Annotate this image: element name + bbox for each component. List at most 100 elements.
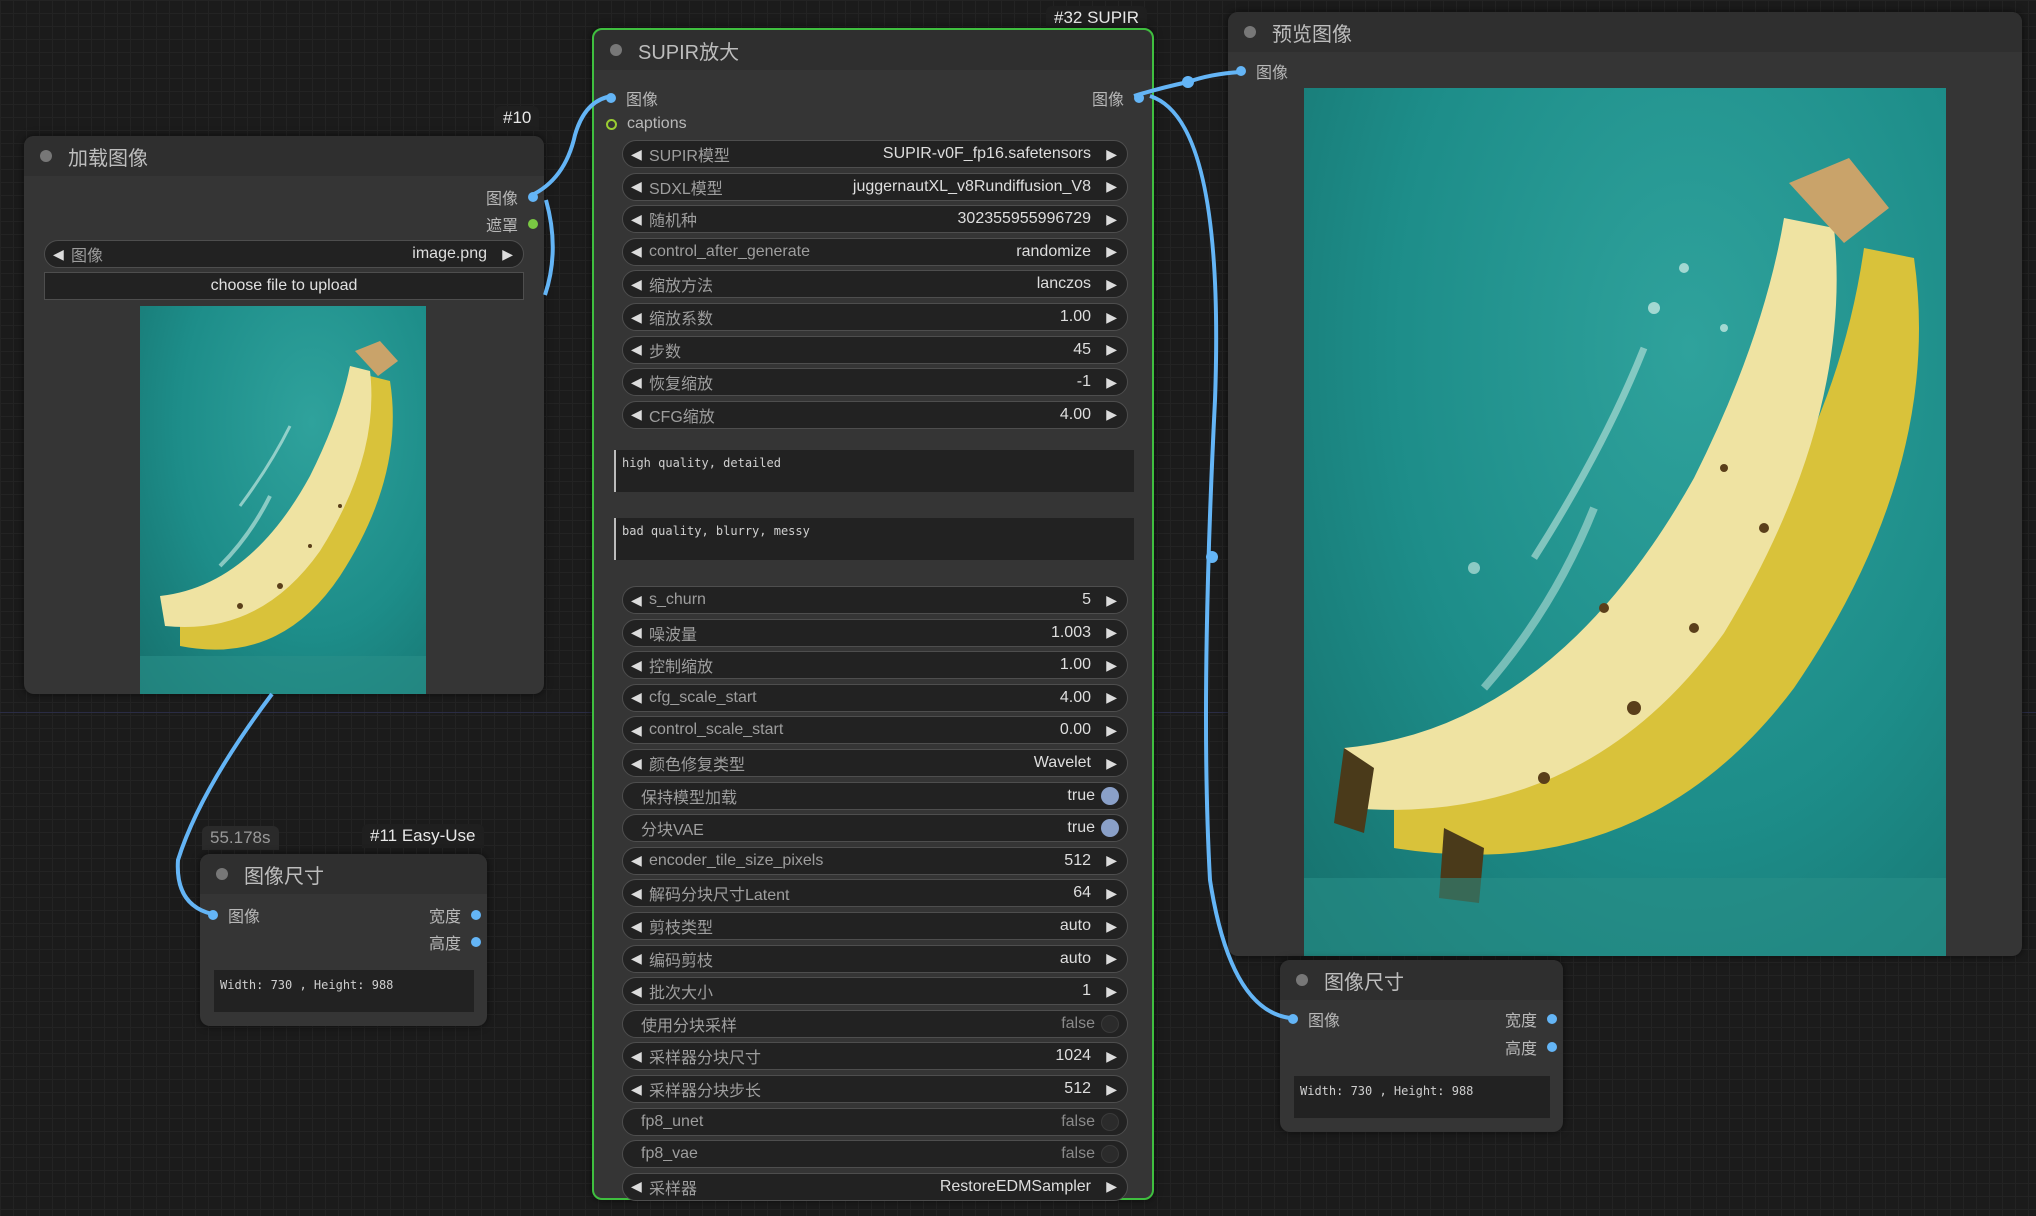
increment-arrow-icon[interactable]: ▶	[1103, 983, 1117, 1000]
input-image-socket[interactable]: 图像	[1236, 60, 1288, 82]
widget-[interactable]: ◀ 控制缩放 1.00 ▶	[622, 651, 1128, 680]
image-size-node-left[interactable]: 图像尺寸 图像 宽度 高度 Width: 730 , Height: 988	[200, 854, 487, 1026]
increment-arrow-icon[interactable]: ▶	[1103, 146, 1117, 163]
socket-dot-icon[interactable]	[528, 219, 538, 229]
decrement-arrow-icon[interactable]: ◀	[631, 657, 645, 674]
increment-arrow-icon[interactable]: ▶	[1103, 1081, 1117, 1098]
output-mask-socket[interactable]: 遮罩	[486, 213, 538, 235]
node-header[interactable]: 加载图像	[24, 136, 544, 176]
collapse-dot-icon[interactable]	[1296, 974, 1308, 986]
output-width-socket[interactable]: 宽度	[429, 904, 481, 926]
widget-[interactable]: ◀ 恢复缩放 -1 ▶	[622, 368, 1128, 397]
input-image-socket[interactable]: 图像	[1288, 1008, 1340, 1030]
decrement-arrow-icon[interactable]: ◀	[631, 341, 645, 358]
decrement-arrow-icon[interactable]: ◀	[631, 1081, 645, 1098]
decrement-arrow-icon[interactable]: ◀	[631, 885, 645, 902]
socket-dot-icon[interactable]	[1547, 1014, 1557, 1024]
increment-arrow-icon[interactable]: ▶	[1103, 1048, 1117, 1065]
increment-arrow-icon[interactable]: ▶	[1103, 722, 1117, 739]
widget-[interactable]: ◀ 缩放系数 1.00 ▶	[622, 303, 1128, 331]
widget-fp8_vae[interactable]: fp8_vae false	[622, 1140, 1128, 1169]
image-combo-widget[interactable]: ◀ 图像 image.png ▶	[44, 240, 524, 268]
toggle-indicator-icon[interactable]	[1101, 1145, 1119, 1164]
increment-arrow-icon[interactable]: ▶	[1103, 1178, 1117, 1195]
output-image-socket[interactable]: 图像	[1092, 87, 1144, 109]
toggle-indicator-icon[interactable]	[1101, 1014, 1119, 1033]
output-height-socket[interactable]: 高度	[429, 931, 481, 953]
decrement-arrow-icon[interactable]: ◀	[631, 1048, 645, 1065]
collapse-dot-icon[interactable]	[610, 44, 622, 56]
widget-control_after_generate[interactable]: ◀ control_after_generate randomize ▶	[622, 237, 1128, 266]
toggle-indicator-icon[interactable]	[1101, 819, 1119, 838]
input-image-socket[interactable]: 图像	[606, 87, 658, 109]
increment-arrow-icon[interactable]: ▶	[1103, 341, 1117, 358]
increment-arrow-icon[interactable]: ▶	[1103, 755, 1117, 772]
widget-[interactable]: 保持模型加载 true	[622, 781, 1128, 810]
decrement-arrow-icon[interactable]: ◀	[631, 1178, 645, 1195]
widget-[interactable]: ◀ 缩放方法 lanczos ▶	[622, 270, 1128, 299]
decrement-arrow-icon[interactable]: ◀	[631, 211, 645, 228]
toggle-indicator-icon[interactable]	[1101, 1112, 1119, 1131]
load-image-node[interactable]: 加载图像 图像 遮罩 ◀ 图像 image.png ▶ choose file …	[24, 136, 544, 694]
decrement-arrow-icon[interactable]: ◀	[631, 374, 645, 391]
decrement-arrow-icon[interactable]: ◀	[631, 983, 645, 1000]
decrement-arrow-icon[interactable]: ◀	[631, 950, 645, 967]
widget-control_scale_start[interactable]: ◀ control_scale_start 0.00 ▶	[622, 716, 1128, 745]
socket-dot-icon[interactable]	[606, 93, 616, 103]
node-header[interactable]: 预览图像	[1228, 12, 2022, 52]
decrement-arrow-icon[interactable]: ◀	[631, 852, 645, 869]
widget-fp8_unet[interactable]: fp8_unet false	[622, 1107, 1128, 1136]
increment-arrow-icon[interactable]: ▶	[1103, 406, 1117, 423]
widget-[interactable]: ◀ 采样器分块步长 512 ▶	[622, 1075, 1128, 1103]
widget-[interactable]: 使用分块采样 false	[622, 1009, 1128, 1038]
output-image-socket[interactable]: 图像	[486, 186, 538, 208]
widget-supir[interactable]: ◀ SUPIR模型 SUPIR-v0F_fp16.safetensors ▶	[622, 140, 1128, 168]
decrement-arrow-icon[interactable]: ◀	[631, 722, 645, 739]
increment-arrow-icon[interactable]: ▶	[1103, 852, 1117, 869]
widget-cfg_scale_start[interactable]: ◀ cfg_scale_start 4.00 ▶	[622, 683, 1128, 712]
widget-latent[interactable]: ◀ 解码分块尺寸Latent 64 ▶	[622, 879, 1128, 908]
decrement-arrow-icon[interactable]: ◀	[631, 689, 645, 706]
increment-arrow-icon[interactable]: ▶	[1103, 309, 1117, 326]
increment-arrow-icon[interactable]: ▶	[1103, 624, 1117, 641]
graph-canvas[interactable]: #10 加载图像 图像 遮罩 ◀ 图像 image.png ▶ choose f…	[0, 0, 2036, 1216]
input-image-socket[interactable]: 图像	[208, 904, 260, 926]
decrement-arrow-icon[interactable]: ◀	[631, 918, 645, 935]
decrement-arrow-icon[interactable]: ◀	[631, 309, 645, 326]
widget-[interactable]: ◀ 步数 45 ▶	[622, 335, 1128, 364]
widget-[interactable]: ◀ 颜色修复类型 Wavelet ▶	[622, 749, 1128, 777]
upload-button[interactable]: choose file to upload	[44, 272, 524, 300]
socket-dot-icon[interactable]	[1547, 1042, 1557, 1052]
widget-[interactable]: ◀ 剪枝类型 auto ▶	[622, 912, 1128, 940]
widget-[interactable]: ◀ 批次大小 1 ▶	[622, 977, 1128, 1006]
positive-prompt-textarea[interactable]: high quality, detailed	[614, 450, 1134, 492]
increment-arrow-icon[interactable]: ▶	[1103, 885, 1117, 902]
collapse-dot-icon[interactable]	[40, 150, 52, 162]
socket-dot-icon[interactable]	[1134, 93, 1144, 103]
socket-dot-icon[interactable]	[606, 118, 617, 130]
input-captions-socket[interactable]: captions	[606, 113, 687, 135]
increment-arrow-icon[interactable]: ▶	[1103, 178, 1117, 195]
collapse-dot-icon[interactable]	[216, 868, 228, 880]
image-size-node-right[interactable]: 图像尺寸 图像 宽度 高度 Width: 730 , Height: 988	[1280, 960, 1563, 1132]
decrement-arrow-icon[interactable]: ◀	[631, 276, 645, 293]
socket-dot-icon[interactable]	[528, 192, 538, 202]
increment-arrow-icon[interactable]: ▶	[1103, 657, 1117, 674]
increment-arrow-icon[interactable]: ▶	[1103, 243, 1117, 260]
increment-arrow-icon[interactable]: ▶	[1103, 374, 1117, 391]
decrement-arrow-icon[interactable]: ◀	[631, 243, 645, 260]
socket-dot-icon[interactable]	[471, 937, 481, 947]
decrement-arrow-icon[interactable]: ◀	[631, 592, 645, 609]
widget-cfg[interactable]: ◀ CFG缩放 4.00 ▶	[622, 400, 1128, 429]
decrement-arrow-icon[interactable]: ◀	[53, 246, 67, 263]
node-header[interactable]: 图像尺寸	[1280, 960, 1563, 1000]
widget-[interactable]: ◀ 采样器分块尺寸 1024 ▶	[622, 1042, 1128, 1071]
collapse-dot-icon[interactable]	[1244, 26, 1256, 38]
socket-dot-icon[interactable]	[1236, 66, 1246, 76]
socket-dot-icon[interactable]	[471, 910, 481, 920]
decrement-arrow-icon[interactable]: ◀	[631, 146, 645, 163]
node-header[interactable]: SUPIR放大	[594, 30, 1152, 70]
node-header[interactable]: 图像尺寸	[200, 854, 487, 894]
widget-s_churn[interactable]: ◀ s_churn 5 ▶	[622, 586, 1128, 614]
supir-upscale-node[interactable]: SUPIR放大 图像 captions 图像 ◀ SUPIR模型 SUPIR-v0F…	[592, 28, 1154, 1201]
